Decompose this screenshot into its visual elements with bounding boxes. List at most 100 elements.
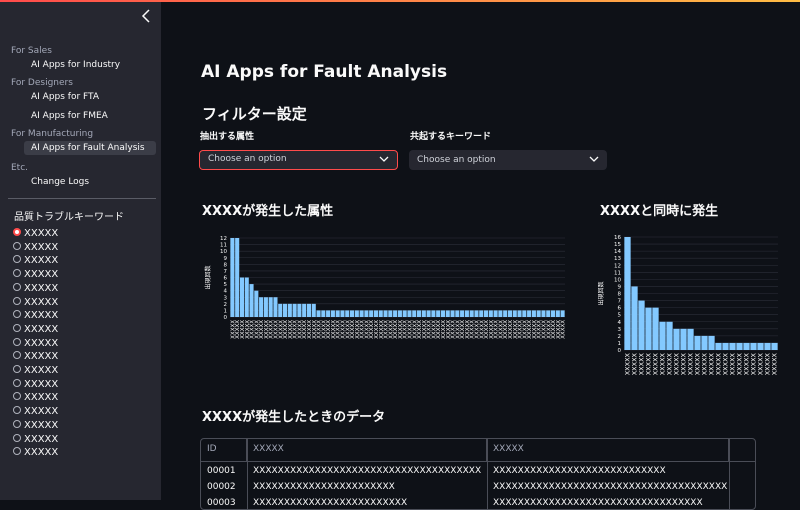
radio-dot <box>13 419 21 428</box>
y-tick-label: 3 <box>618 327 622 333</box>
data-table: ID XXXXX XXXXX 00001 XXXXXXXXXXXXXXXXXXXX… <box>200 438 756 510</box>
bar <box>659 321 666 350</box>
table-cell: XXXXXXXXXXXXXXXXXXXXXXXXX <box>253 498 408 508</box>
bar <box>254 290 259 317</box>
bar <box>421 310 426 317</box>
bar <box>359 310 364 317</box>
radio-option[interactable]: XXXXX <box>13 255 58 267</box>
bar <box>311 303 316 317</box>
attribute-select[interactable]: Choose an option <box>199 150 398 170</box>
radio-option[interactable]: XXXXX <box>13 392 58 404</box>
y-tick-label: 5 <box>224 282 228 288</box>
radio-option-label: XXXXX <box>24 392 59 404</box>
y-tick-label: 9 <box>224 256 228 262</box>
table-heading: XXXXが発生したときのデータ <box>202 410 386 425</box>
bar <box>680 328 687 350</box>
radio-dot <box>13 378 21 387</box>
bar <box>263 297 268 317</box>
chart1-heading: XXXXが発生した属性 <box>202 204 334 219</box>
radio-option[interactable]: XXXXX <box>13 323 58 336</box>
bar <box>268 297 273 317</box>
bar <box>531 310 536 317</box>
sidebar-nav-item[interactable]: AI Apps for FTA <box>24 90 156 104</box>
y-tick-label: 16 <box>614 235 621 241</box>
radio-option-label: XXXXX <box>24 310 59 322</box>
y-tick-label: 3 <box>224 295 228 301</box>
radio-option-label: XXXXX <box>24 282 59 294</box>
sidebar-nav-item[interactable]: AI Apps for Industry <box>24 58 156 72</box>
bar <box>743 342 750 350</box>
radio-option[interactable]: XXXXX <box>13 241 58 254</box>
bar <box>393 310 398 317</box>
radio-option[interactable]: XXXXX <box>13 433 59 446</box>
radio-option[interactable]: XXXXX <box>13 419 58 432</box>
radio-option[interactable]: XXXXX <box>13 296 58 309</box>
radio-option-label: XXXXX <box>24 433 59 445</box>
radio-dot <box>13 337 21 346</box>
bar <box>383 310 388 317</box>
bar <box>445 310 450 317</box>
y-tick-label: 2 <box>224 302 228 308</box>
bar <box>249 284 254 317</box>
table-cell: XXXXXXXXXXXXXXXXXXXXXXXXXXXXXXXXXXXXXX <box>493 482 728 492</box>
sidebar-divider <box>8 198 156 199</box>
bar <box>503 310 508 317</box>
sidebar-nav-item[interactable]: Change Logs <box>24 175 156 189</box>
table-cell: 00003 <box>207 498 236 508</box>
radio-option[interactable]: XXXXX <box>13 351 58 363</box>
y-tick-label: 7 <box>618 299 622 305</box>
radio-option-label: XXXXX <box>24 378 59 390</box>
radio-option-label: XXXXX <box>24 337 59 349</box>
bar <box>436 310 441 317</box>
radio-option[interactable]: XXXXX <box>13 378 59 391</box>
radio-option-label: XXXXX <box>24 269 59 281</box>
bar <box>364 310 369 317</box>
y-tick-label: 5 <box>618 313 622 319</box>
bar <box>469 310 474 317</box>
radio-option[interactable]: XXXXX <box>13 269 58 281</box>
y-tick-label: 2 <box>618 334 622 340</box>
radio-dot <box>13 365 21 373</box>
radio-option[interactable]: XXXXX <box>13 310 58 322</box>
radio-option[interactable]: XXXXX <box>13 406 58 418</box>
chevron-left-icon[interactable] <box>140 8 154 28</box>
bar <box>354 310 359 317</box>
bar <box>708 335 715 350</box>
bar <box>652 307 659 350</box>
cooccur-keyword-select[interactable]: Choose an option <box>409 150 607 170</box>
x-tick-label: XXXXX <box>561 320 567 339</box>
y-tick-label: 12 <box>614 263 621 269</box>
bar <box>631 286 638 350</box>
chevron-down-icon <box>589 150 599 178</box>
y-tick-label: 10 <box>614 277 621 283</box>
y-tick-label: 11 <box>614 270 621 276</box>
bar <box>369 310 374 317</box>
bar <box>302 303 307 317</box>
bar <box>244 277 249 317</box>
filter1-label: 抽出する属性 <box>200 132 255 142</box>
table-cell: XXXXXXXXXXXXXXXXXXXXXXXXXXXXXXXXXXXXX <box>253 466 482 476</box>
y-tick-label: 8 <box>224 262 228 268</box>
table-row: 00001 XXXXXXXXXXXXXXXXXXXXXXXXXXXXXXXXXXX… <box>201 463 755 479</box>
radio-dot <box>13 351 21 360</box>
radio-option-label: XXXXX <box>24 228 59 239</box>
bar <box>321 310 326 317</box>
bar <box>666 321 673 350</box>
bar <box>483 310 489 317</box>
bar <box>546 310 551 317</box>
bar <box>673 328 680 350</box>
bar <box>550 310 556 317</box>
radio-option[interactable]: XXXXX <box>13 365 58 377</box>
y-tick-label: 4 <box>618 320 622 326</box>
bar <box>373 310 379 317</box>
radio-option[interactable]: XXXXX <box>13 282 59 295</box>
radio-option[interactable]: XXXXX <box>13 447 58 459</box>
radio-option-label: XXXXX <box>24 351 59 363</box>
sidebar-nav-item[interactable]: AI Apps for FMEA <box>24 109 156 123</box>
bar <box>278 303 283 317</box>
table-cell: XXXXXXXXXXXXXXXXXXXXXXXXXXXX <box>493 466 666 476</box>
y-tick-label: 0 <box>224 315 228 321</box>
radio-option[interactable]: XXXXX <box>13 228 58 240</box>
radio-option[interactable]: XXXXX <box>13 337 59 350</box>
sidebar-nav-item[interactable]: AI Apps for Fault Analysis <box>24 141 156 155</box>
